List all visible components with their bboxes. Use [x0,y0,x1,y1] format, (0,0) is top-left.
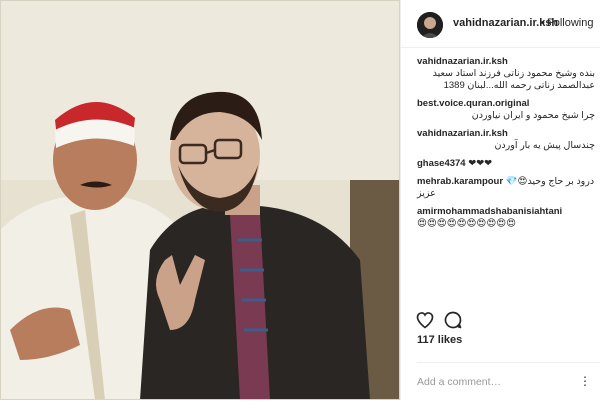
avatar[interactable] [417,12,443,38]
comment-text: ❤❤❤ [468,158,493,169]
comment-item: best.voice.quran.original چرا شیخ محمود … [417,98,595,122]
comment-item: mehrab.karampour 💎😍درود بر حاج وحید عزیز [417,176,595,200]
comment-item: amirmohammadshabanisiahtani 😍😍😍😍😍😍😍😍😍😍 [417,206,595,230]
comment-username[interactable]: vahidnazarian.ir.ksh [417,128,508,139]
header-separator: • [541,17,545,29]
comment-username[interactable]: vahidnazarian.ir.ksh [417,56,508,67]
comment-item: vahidnazarian.ir.ksh بنده وشیخ محمود زنا… [417,56,595,92]
photo-illustration [0,0,400,400]
post-sidebar: vahidnazarian.ir.ksh • Following vahidna… [400,0,600,400]
likes-count[interactable]: 117 likes [417,334,462,346]
divider [417,362,600,363]
comment-text: چندسال پیش یه بار آوردن [494,140,595,151]
comment-icon[interactable] [443,310,463,330]
following-button[interactable]: Following [547,17,593,29]
comment-text: بنده وشیخ محمود زناتی فرزند استاد سعید ع… [432,68,595,91]
comment-username[interactable]: amirmohammadshabanisiahtani [417,206,562,217]
comment-username[interactable]: mehrab.karampour [417,176,503,187]
comment-text: 😍😍😍😍😍😍😍😍😍😍 [417,218,517,229]
comment-username[interactable]: best.voice.quran.original [417,98,529,109]
comment-text: چرا شیخ محمود و ایران نیاوردن [471,110,595,121]
more-options-icon[interactable]: ⋮ [579,374,591,388]
post-header: vahidnazarian.ir.ksh • Following [401,0,600,48]
comment-username[interactable]: ghase4374 [417,158,466,169]
comment-list: vahidnazarian.ir.ksh بنده وشیخ محمود زنا… [417,56,595,236]
heart-icon[interactable] [415,310,435,330]
comment-item: ghase4374 ❤❤❤ [417,158,595,170]
add-comment-input[interactable]: Add a comment… [417,376,501,388]
post-actions: 117 likes [401,300,600,410]
post-photo[interactable] [0,0,400,400]
comment-item: vahidnazarian.ir.ksh چندسال پیش یه بار آ… [417,128,595,152]
